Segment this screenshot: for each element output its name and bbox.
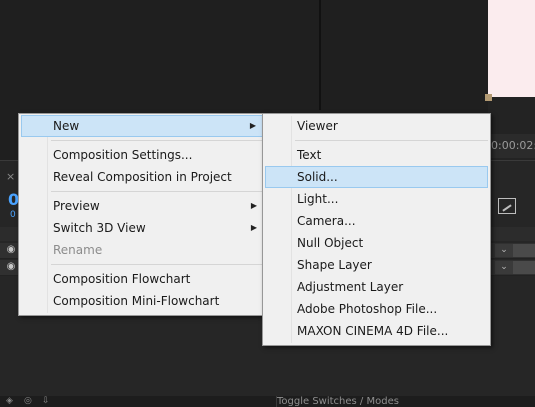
submenu-arrow-icon: ▶ [250, 223, 257, 232]
menu-item-label: Composition Mini-Flowchart [53, 294, 220, 308]
submenu-arrow-icon: ▶ [250, 201, 257, 210]
menu-item-adjustment-layer[interactable]: Adjustment Layer [265, 276, 488, 298]
menu-item-label: Adobe Photoshop File... [297, 302, 438, 316]
menu-item-label: Rename [53, 243, 103, 257]
menu-item-label: Light... [297, 192, 339, 206]
composition-canvas[interactable] [488, 0, 535, 97]
menu-item-text[interactable]: Text [265, 144, 488, 166]
composition-flowchart-icon[interactable] [498, 198, 516, 214]
menu-item-camera[interactable]: Camera... [265, 210, 488, 232]
menu-separator [295, 140, 488, 141]
menu-item-reveal-composition[interactable]: Reveal Composition in Project [21, 166, 265, 188]
menu-item-switch-3d-view[interactable]: Switch 3D View ▶ [21, 217, 265, 239]
close-icon[interactable]: × [6, 170, 15, 183]
eye-icon[interactable]: ◉ [4, 244, 18, 255]
bottom-toolbar [0, 396, 535, 407]
layer-modes-icon[interactable]: ⇩ [42, 397, 52, 406]
canvas-handle[interactable] [485, 94, 492, 101]
chevron-down-icon[interactable]: ⌄ [495, 261, 513, 274]
menu-item-label: Adjustment Layer [297, 280, 404, 294]
menu-item-label: Solid... [297, 170, 338, 184]
eye-icon[interactable]: ◉ [4, 261, 18, 272]
layer-switch-icon[interactable]: ◈ [6, 397, 16, 406]
menu-item-maxon-cinema-4d-file[interactable]: MAXON CINEMA 4D File... [265, 320, 488, 342]
render-icon[interactable]: ◎ [24, 397, 34, 406]
menu-item-label: Reveal Composition in Project [53, 170, 232, 184]
menu-item-composition-flowchart[interactable]: Composition Flowchart [21, 268, 265, 290]
menu-item-label: Composition Flowchart [53, 272, 191, 286]
layer-swatch [513, 244, 535, 257]
menu-item-label: Text [297, 148, 322, 162]
viewer-divider [319, 0, 321, 110]
chevron-down-icon[interactable]: ⌄ [495, 244, 513, 257]
menu-item-shape-layer[interactable]: Shape Layer [265, 254, 488, 276]
menu-separator [51, 264, 265, 265]
layer-swatch [513, 261, 535, 274]
menu-item-composition-settings[interactable]: Composition Settings... [21, 144, 265, 166]
menu-separator [51, 140, 265, 141]
context-menu: New ▶ Composition Settings... Reveal Com… [18, 113, 268, 316]
menu-item-label: MAXON CINEMA 4D File... [297, 324, 449, 338]
menu-separator [51, 191, 265, 192]
menu-item-adobe-photoshop-file[interactable]: Adobe Photoshop File... [265, 298, 488, 320]
toggle-switches-modes[interactable]: Toggle Switches / Modes [276, 396, 399, 407]
menu-item-label: Null Object [297, 236, 364, 250]
menu-item-label: Viewer [297, 119, 338, 133]
menu-item-preview[interactable]: Preview ▶ [21, 195, 265, 217]
menu-item-label: Composition Settings... [53, 148, 193, 162]
menu-item-composition-mini-flowchart[interactable]: Composition Mini-Flowchart [21, 290, 265, 312]
menu-item-label: Switch 3D View [53, 221, 146, 235]
menu-item-label: Preview [53, 199, 100, 213]
menu-item-rename: Rename [21, 239, 265, 261]
menu-item-label: Camera... [297, 214, 356, 228]
menu-item-label: New [53, 119, 80, 133]
menu-item-null-object[interactable]: Null Object [265, 232, 488, 254]
submenu-arrow-icon: ▶ [249, 121, 256, 130]
menu-item-light[interactable]: Light... [265, 188, 488, 210]
menu-item-new[interactable]: New ▶ [21, 115, 265, 137]
menu-item-label: Shape Layer [297, 258, 372, 272]
submenu-new: Viewer Text Solid... Light... Camera... … [262, 113, 491, 346]
menu-item-solid[interactable]: Solid... [265, 166, 488, 188]
timecode-display: 0:00:02:0 [488, 134, 535, 158]
current-frame: 0 [10, 210, 16, 220]
menu-item-viewer[interactable]: Viewer [265, 115, 488, 137]
